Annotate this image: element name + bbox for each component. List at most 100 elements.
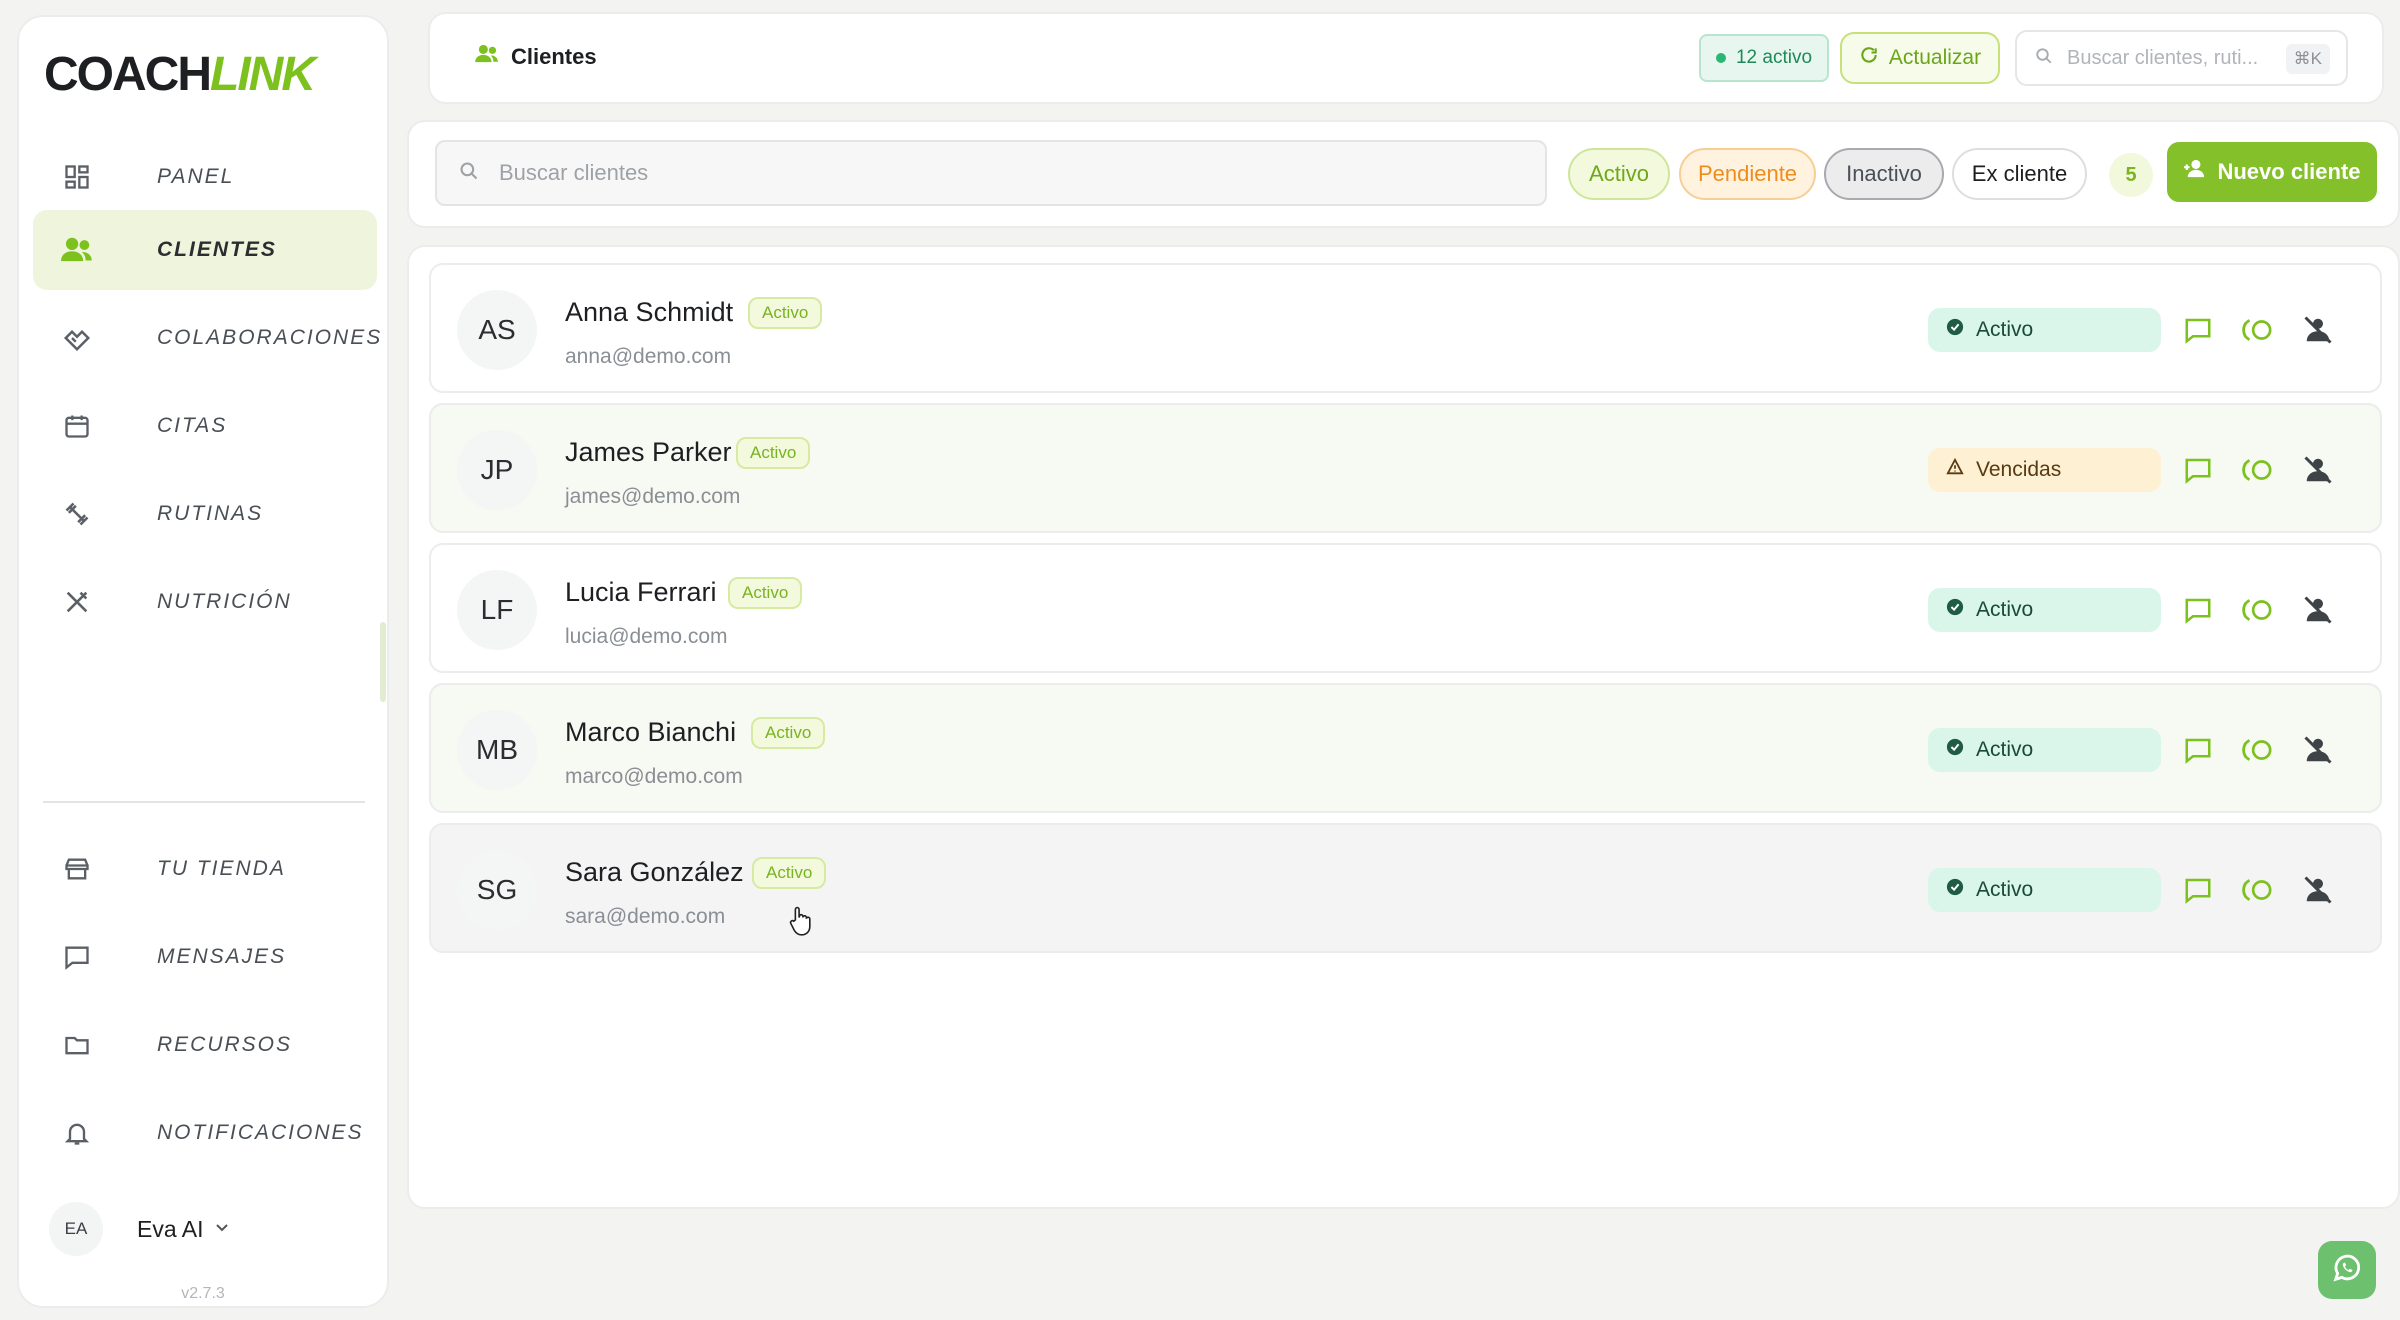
user-name: Eva AI (137, 1215, 204, 1242)
client-row[interactable]: SG Sara González Activo sara@demo.com Ac… (429, 823, 2382, 953)
breadcrumb: Clientes (475, 44, 597, 70)
sync-button[interactable] (2241, 453, 2275, 487)
sync-button[interactable] (2241, 873, 2275, 907)
bell-icon (61, 1117, 93, 1149)
sync-button[interactable] (2241, 733, 2275, 767)
deactivate-user-button[interactable] (2301, 733, 2335, 767)
sidebar-item-rutinas[interactable]: RUTINAS (33, 474, 377, 554)
client-row[interactable]: MB Marco Bianchi Activo marco@demo.com A… (429, 683, 2382, 813)
chevron-down-icon (215, 1220, 229, 1238)
new-client-button[interactable]: Nuevo cliente (2167, 142, 2377, 202)
brand-logo[interactable]: COACHLINK (44, 47, 316, 107)
sidebar-item-notificaciones[interactable]: NOTIFICACIONES (33, 1093, 377, 1173)
client-email: anna@demo.com (565, 345, 732, 368)
sidebar-item-mensajes[interactable]: MENSAJES (33, 917, 377, 997)
sidebar-item-label: RECURSOS (157, 1033, 293, 1056)
sidebar-item-tienda[interactable]: TU TIENDA (33, 829, 377, 909)
avatar: AS (457, 290, 537, 370)
client-tag: Activo (748, 297, 823, 329)
client-email: james@demo.com (565, 485, 741, 508)
sidebar-item-label: COLABORACIONES (157, 326, 383, 349)
client-row[interactable]: LF Lucia Ferrari Activo lucia@demo.com A… (429, 543, 2382, 673)
whatsapp-icon (2330, 1251, 2364, 1290)
client-name[interactable]: Lucia Ferrari (565, 577, 717, 608)
users-icon (61, 234, 93, 266)
calendar-icon (61, 410, 93, 442)
search-icon (2035, 47, 2053, 70)
status-label: Activo (1976, 598, 2034, 621)
sidebar-item-citas[interactable]: CITAS (33, 386, 377, 466)
message-button[interactable] (2181, 453, 2215, 487)
avatar: LF (457, 570, 537, 650)
refresh-button[interactable]: Actualizar (1840, 32, 2000, 84)
status-label: Activo (1976, 318, 2034, 341)
sidebar-item-label: CITAS (157, 414, 228, 437)
sidebar-item-nutricion[interactable]: NUTRICIÓN (33, 562, 377, 642)
client-search[interactable] (435, 140, 1547, 206)
deactivate-user-button[interactable] (2301, 593, 2335, 627)
avatar: SG (457, 850, 537, 930)
client-row[interactable]: AS Anna Schmidt Activo anna@demo.com Act… (429, 263, 2382, 393)
client-email: sara@demo.com (565, 905, 726, 928)
user-menu[interactable]: EA Eva AI (49, 1202, 229, 1256)
sync-button[interactable] (2241, 313, 2275, 347)
check-circle-icon (1946, 738, 1964, 762)
new-client-label: Nuevo cliente (2217, 159, 2361, 184)
sidebar-item-label: MENSAJES (157, 945, 287, 968)
refresh-icon (1859, 45, 1879, 71)
sidebar-item-clientes[interactable]: CLIENTES (33, 210, 377, 290)
brand-logo-part2: LINK (210, 48, 316, 101)
filter-chip-pendiente[interactable]: Pendiente (1679, 148, 1816, 200)
client-name[interactable]: Marco Bianchi (565, 717, 736, 748)
handshake-icon (61, 322, 93, 354)
sidebar-item-label: TU TIENDA (157, 857, 286, 880)
message-button[interactable] (2181, 313, 2215, 347)
filter-chip-ex-cliente[interactable]: Ex cliente (1952, 148, 2087, 200)
add-user-icon (2183, 159, 2207, 185)
client-name[interactable]: Anna Schmidt (565, 297, 733, 328)
status-label: Activo (1976, 738, 2034, 761)
sidebar-scrollbar[interactable] (380, 622, 386, 702)
filter-chip-activo[interactable]: Activo (1568, 148, 1670, 200)
message-icon (61, 941, 93, 973)
avatar: JP (457, 430, 537, 510)
global-search-input[interactable] (2067, 46, 2267, 70)
whatsapp-button[interactable] (2318, 1241, 2376, 1299)
client-name[interactable]: James Parker (565, 437, 732, 468)
dashboard-icon (61, 161, 93, 193)
warning-icon (1946, 457, 1964, 482)
client-list: AS Anna Schmidt Activo anna@demo.com Act… (407, 245, 2400, 1209)
status-label: Activo (1976, 878, 2034, 901)
client-name[interactable]: Sara González (565, 857, 744, 888)
deactivate-user-button[interactable] (2301, 873, 2335, 907)
status-badge: Activo (1928, 728, 2161, 772)
message-button[interactable] (2181, 593, 2215, 627)
message-button[interactable] (2181, 873, 2215, 907)
client-tag: Activo (728, 577, 803, 609)
client-search-input[interactable] (499, 160, 1399, 186)
users-icon (475, 44, 499, 70)
sync-button[interactable] (2241, 593, 2275, 627)
online-badge: 12 activo (1699, 34, 1829, 82)
avatar: MB (457, 710, 537, 790)
sidebar-item-label: NUTRICIÓN (157, 590, 292, 613)
deactivate-user-button[interactable] (2301, 453, 2335, 487)
client-row[interactable]: JP James Parker Activo james@demo.com Ve… (429, 403, 2382, 533)
filter-chip-inactivo[interactable]: Inactivo (1824, 148, 1944, 200)
sidebar-item-recursos[interactable]: RECURSOS (33, 1005, 377, 1085)
global-search[interactable]: ⌘K (2015, 30, 2348, 86)
pointer-cursor-icon (788, 906, 812, 941)
sidebar-item-colaboraciones[interactable]: COLABORACIONES (33, 298, 380, 378)
sidebar-item-panel[interactable]: PANEL (33, 137, 377, 217)
check-circle-icon (1946, 598, 1964, 622)
status-badge: Activo (1928, 868, 2161, 912)
sidebar-divider (43, 801, 365, 803)
filter-bar: Activo Pendiente Inactivo Ex cliente 5 N… (407, 120, 2400, 228)
avatar: EA (49, 1202, 103, 1256)
status-dot-icon (1715, 53, 1726, 63)
message-button[interactable] (2181, 733, 2215, 767)
check-circle-icon (1946, 878, 1964, 902)
client-count-badge: 5 (2109, 153, 2153, 197)
deactivate-user-button[interactable] (2301, 313, 2335, 347)
refresh-label: Actualizar (1888, 46, 1982, 69)
